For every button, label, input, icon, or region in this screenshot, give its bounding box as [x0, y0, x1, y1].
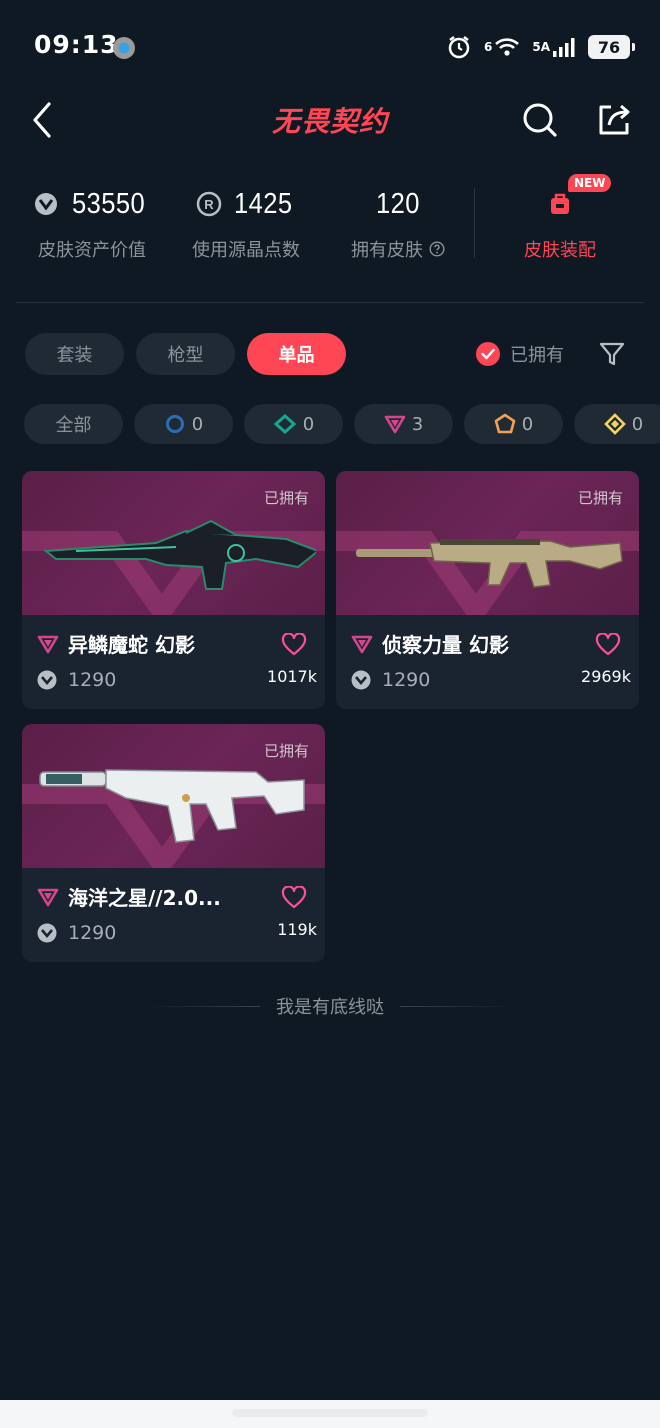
skin-image: 已拥有 [336, 471, 639, 615]
skin-loadout-button[interactable]: NEW 皮肤装配 [490, 174, 630, 262]
stat-skins-owned[interactable]: 120 拥有皮肤 [336, 180, 460, 262]
skin-info: 侦察力量 幻影 1290 2969k [336, 615, 639, 709]
tier-exclusive[interactable]: 0 [464, 404, 563, 444]
status-icons: 6 5A 76 [446, 33, 635, 61]
select-tier-icon [165, 415, 184, 433]
rifle-image [43, 519, 316, 590]
tier-ultra-count: 0 [631, 413, 644, 435]
skins-owned-label: 拥有皮肤 [336, 236, 460, 262]
search-icon [523, 103, 557, 137]
like-count: 119k [277, 920, 317, 939]
wifi-generation: 6 [484, 40, 493, 54]
skin-card[interactable]: 已拥有 侦察力量 幻影 1290 2969k [336, 471, 639, 709]
skin-name: 海洋之星//2.0... [68, 886, 221, 910]
end-of-list-text: 我是有底线哒 [276, 997, 384, 1018]
exclusive-tier-icon [494, 413, 516, 434]
tier-select[interactable]: 0 [134, 404, 233, 444]
skin-name: 异鳞魔蛇 幻影 [68, 633, 195, 657]
loadout-label: 皮肤装配 [524, 240, 596, 261]
ultra-tier-icon [603, 413, 626, 435]
skin-image: 已拥有 [22, 471, 325, 615]
tab-weapon-types[interactable]: 枪型 [136, 333, 235, 375]
radianite-points-icon: R [196, 191, 221, 217]
heart-icon[interactable] [281, 886, 307, 910]
cellular-signal-icon: 5A [532, 37, 576, 57]
skin-card[interactable]: 已拥有 异鳞魔蛇 幻影 1290 1017k [22, 471, 325, 709]
asset-value: 53550 [72, 187, 146, 220]
stats-panel: 53550 皮肤资产价值 R 1425 使用源晶点数 120 拥有皮肤 NEW … [0, 174, 660, 280]
help-icon[interactable] [429, 241, 445, 257]
share-button[interactable] [592, 98, 636, 142]
share-icon [599, 104, 630, 135]
tab-single-items[interactable]: 单品 [247, 333, 346, 375]
network-type: 5A [532, 40, 550, 54]
premium-tier-icon [37, 635, 59, 653]
wifi-icon: 6 [484, 36, 520, 58]
alarm-icon [446, 34, 472, 60]
search-button[interactable] [518, 98, 562, 142]
skin-price: 1290 [68, 922, 117, 944]
premium-tier-icon [351, 635, 373, 653]
filter-button[interactable] [598, 340, 626, 368]
footer-line-right [400, 1005, 515, 1007]
like-count: 2969k [581, 667, 631, 686]
end-of-list: 我是有底线哒 [0, 992, 660, 1020]
tier-premium[interactable]: 3 [354, 404, 453, 444]
checkmark-icon [476, 342, 500, 366]
stat-asset-value: 53550 皮肤资产价值 [30, 180, 154, 262]
rifle-image [356, 539, 623, 588]
deluxe-tier-icon [273, 413, 297, 435]
valorant-points-icon [35, 193, 58, 215]
tier-ultra[interactable]: 0 [574, 404, 660, 444]
status-bar: 09:13 6 5A 76 [0, 0, 660, 96]
home-indicator[interactable] [232, 1409, 428, 1417]
like-count: 1017k [267, 667, 317, 686]
tier-select-count: 0 [191, 413, 204, 435]
tier-filters: 全部 0 0 3 0 0 [24, 404, 660, 444]
premium-tier-icon [384, 415, 406, 434]
rifle-image [39, 769, 305, 843]
svg-text:R: R [204, 197, 214, 212]
status-time: 09:13 [34, 30, 119, 59]
tier-premium-count: 3 [411, 413, 424, 435]
skin-info: 海洋之星//2.0... 1290 119k [22, 868, 325, 962]
tab-bundles[interactable]: 套装 [25, 333, 124, 375]
owned-filter-label: 已拥有 [510, 345, 564, 366]
points-used-label: 使用源晶点数 [192, 240, 300, 261]
app-notification-icon [113, 37, 135, 59]
asset-value-label: 皮肤资产价值 [38, 240, 146, 261]
valorant-points-icon [37, 923, 57, 943]
points-used: 1425 [233, 187, 293, 220]
owned-filter-toggle[interactable]: 已拥有 [476, 340, 564, 368]
tier-all-label: 全部 [55, 415, 92, 436]
heart-icon[interactable] [281, 633, 307, 657]
valorant-points-icon [351, 670, 371, 690]
premium-tier-icon [37, 888, 59, 906]
backpack-icon [551, 193, 569, 214]
skin-card[interactable]: 已拥有 海洋之星//2.0... 1290 119k [22, 724, 325, 962]
section-divider [16, 302, 644, 303]
new-badge: NEW [568, 174, 612, 192]
valorant-points-icon [37, 670, 57, 690]
stat-points-used: R 1425 使用源晶点数 [184, 180, 308, 262]
stats-separator [474, 188, 475, 258]
tier-deluxe[interactable]: 0 [244, 404, 343, 444]
footer-line-left [145, 1005, 260, 1007]
tier-all[interactable]: 全部 [24, 404, 123, 444]
tier-exclusive-count: 0 [521, 413, 534, 435]
heart-icon[interactable] [595, 633, 621, 657]
app-header: 无畏契约 [0, 90, 660, 150]
skins-owned-count: 120 [376, 187, 420, 220]
skin-image: 已拥有 [22, 724, 325, 868]
category-tabs: 套装 枪型 单品 [25, 333, 346, 375]
funnel-icon [599, 342, 625, 366]
battery-indicator: 76 [588, 35, 635, 59]
skin-info: 异鳞魔蛇 幻影 1290 1017k [22, 615, 325, 709]
skins-owned-text: 拥有皮肤 [351, 240, 423, 261]
skin-price: 1290 [68, 669, 117, 691]
skin-name: 侦察力量 幻影 [382, 633, 509, 657]
tier-deluxe-count: 0 [302, 413, 315, 435]
skin-price: 1290 [382, 669, 431, 691]
